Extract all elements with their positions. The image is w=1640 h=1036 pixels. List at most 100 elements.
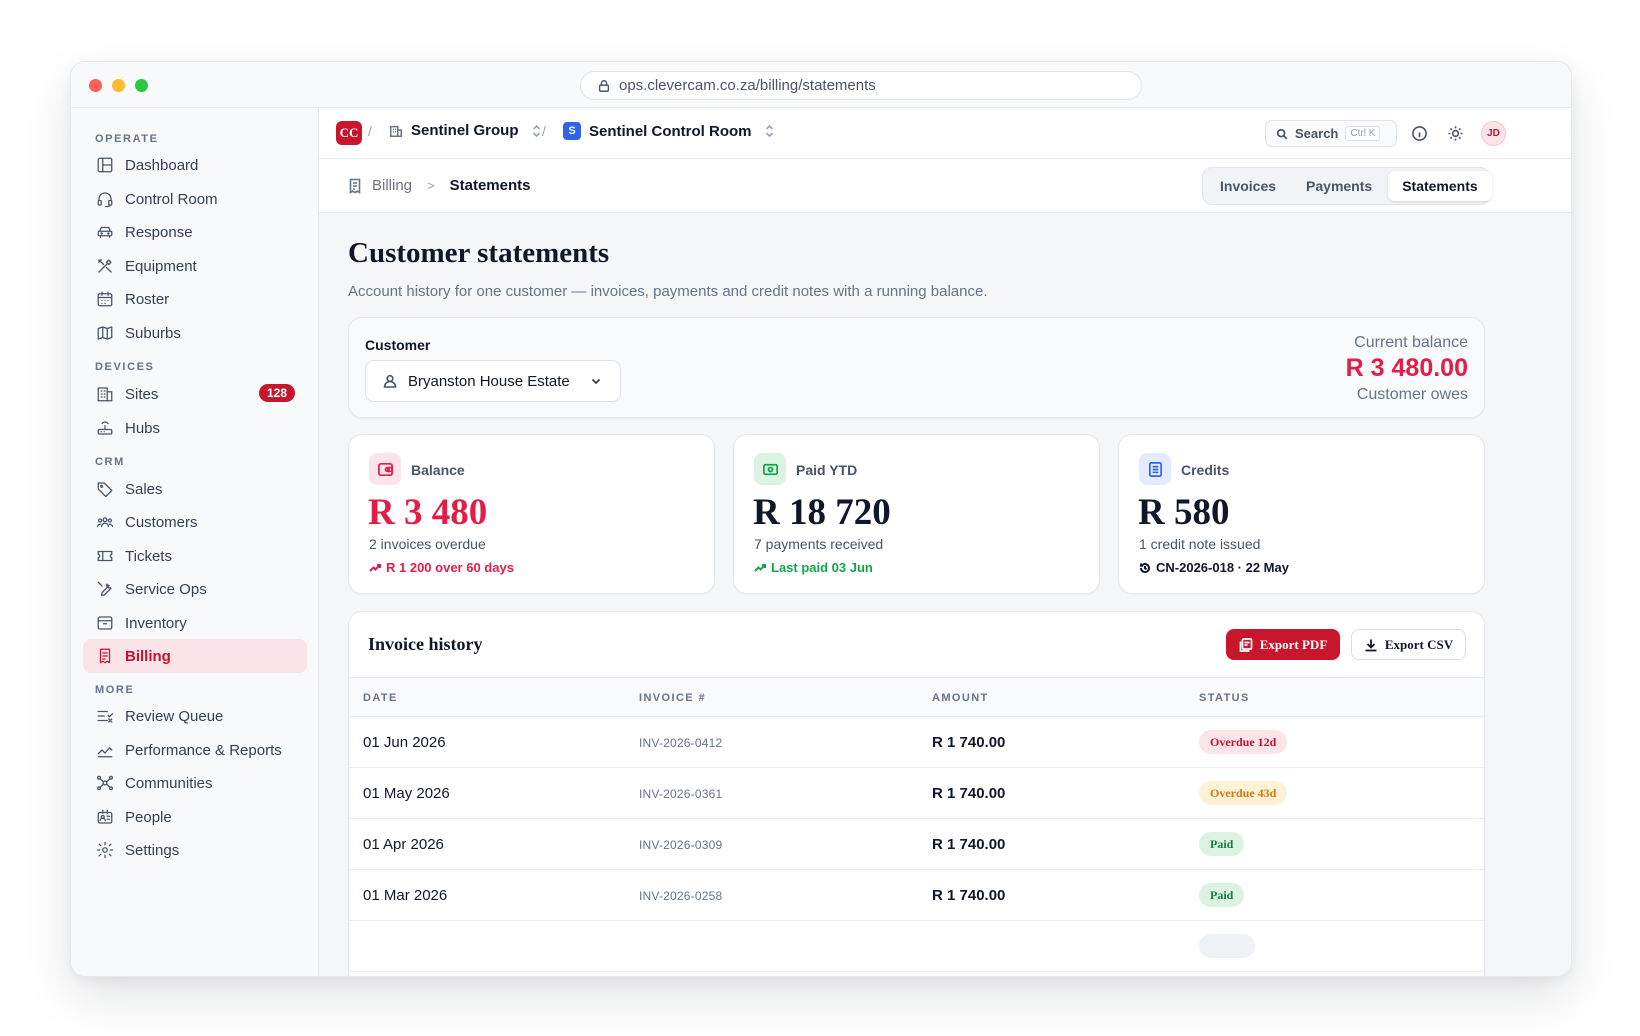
workspace-name: Sentinel Control Room xyxy=(589,122,752,140)
id-card-icon xyxy=(97,809,113,824)
breadcrumb: Billing > Statements xyxy=(347,177,530,194)
sidebar-item-roster[interactable]: Roster xyxy=(83,282,307,316)
section-label-more: MORE xyxy=(95,684,135,696)
browser-window: ops.clevercam.co.za/billing/statements O… xyxy=(71,62,1571,976)
breadcrumb-separator: / xyxy=(542,123,546,139)
stat-value: R 18 720 xyxy=(753,492,891,533)
cell-date: 01 Jun 2026 xyxy=(363,734,446,751)
sidebar-item-label: Sites xyxy=(125,385,159,403)
stat-trend-text: CN-2026-018 · 22 May xyxy=(1156,560,1289,575)
breadcrumb-separator: / xyxy=(368,123,372,139)
workspace-switcher[interactable]: S Sentinel Control Room xyxy=(563,122,775,140)
address-bar[interactable]: ops.clevercam.co.za/billing/statements xyxy=(580,71,1142,100)
sidebar-item-sites[interactable]: Sites 128 xyxy=(83,377,307,411)
invoice-table: DATE INVOICE # AMOUNT STATUS 01 Jun 2026… xyxy=(349,677,1484,972)
cell-invoice[interactable]: INV-2026-0309 xyxy=(639,838,722,852)
car-icon xyxy=(97,226,113,238)
sidebar-item-performance-reports[interactable]: Performance & Reports xyxy=(83,733,307,767)
theme-toggle-button[interactable] xyxy=(1447,125,1464,142)
column-header-amount[interactable]: AMOUNT xyxy=(932,692,989,704)
cell-amount: R 1 740.00 xyxy=(932,785,1006,802)
close-window-button[interactable] xyxy=(89,79,102,92)
sidebar-item-customers[interactable]: Customers xyxy=(83,505,307,539)
org-name: Sentinel Group xyxy=(411,122,519,139)
org-switcher[interactable]: Sentinel Group xyxy=(389,122,542,139)
users-icon xyxy=(96,517,114,528)
page-subtitle: Account history for one customer — invoi… xyxy=(348,283,988,300)
column-header-status[interactable]: STATUS xyxy=(1199,692,1250,704)
cell-invoice[interactable]: INV-2026-0258 xyxy=(639,889,722,903)
cell-date: 01 May 2026 xyxy=(363,785,450,802)
minimize-window-button[interactable] xyxy=(112,79,125,92)
browser-titlebar: ops.clevercam.co.za/billing/statements xyxy=(71,62,1571,108)
brand-logo[interactable]: CC xyxy=(336,121,362,145)
avatar[interactable]: JD xyxy=(1481,121,1506,146)
list-check-icon xyxy=(97,710,114,723)
stat-subtext: 2 invoices overdue xyxy=(369,536,486,552)
breadcrumb-billing[interactable]: Billing xyxy=(372,177,412,194)
stat-value: R 3 480 xyxy=(368,492,488,533)
stat-subtext: 1 credit note issued xyxy=(1139,536,1261,552)
sidebar-item-label: Review Queue xyxy=(125,707,224,725)
sidebar-item-label: Tickets xyxy=(125,547,172,565)
current-balance-label: Current balance xyxy=(1354,334,1468,351)
sidebar-item-label: People xyxy=(125,808,172,826)
sidebar-item-hubs[interactable]: Hubs xyxy=(83,411,307,445)
export-pdf-button[interactable]: Export PDF xyxy=(1226,629,1340,660)
sidebar-item-communities[interactable]: Communities xyxy=(83,766,307,800)
customer-label: Customer xyxy=(365,337,431,353)
sidebar-item-people[interactable]: People xyxy=(83,800,307,834)
stat-subtext: 7 payments received xyxy=(754,536,884,552)
building-icon xyxy=(390,125,402,137)
column-header-date[interactable]: DATE xyxy=(363,692,398,704)
export-csv-button[interactable]: Export CSV xyxy=(1351,629,1466,660)
sidebar-item-equipment[interactable]: Equipment xyxy=(83,249,307,283)
sidebar-item-dashboard[interactable]: Dashboard xyxy=(83,148,307,182)
pdf-icon xyxy=(1239,637,1253,652)
table-row[interactable]: 01 Mar 2026 INV-2026-0258 R 1 740.00 Pai… xyxy=(349,870,1484,921)
sidebar-item-control-room[interactable]: Control Room xyxy=(83,182,307,216)
receipt-icon xyxy=(99,648,111,664)
history-icon xyxy=(1139,562,1150,573)
status-badge: Overdue 12d xyxy=(1199,730,1288,754)
column-header-invoice[interactable]: INVOICE # xyxy=(639,692,706,704)
maximize-window-button[interactable] xyxy=(135,79,148,92)
current-balance-value: R 3 480.00 xyxy=(1345,354,1468,382)
sidebar-item-label: Roster xyxy=(125,290,170,308)
table-row[interactable]: 01 Jun 2026 INV-2026-0412 R 1 740.00 Ove… xyxy=(349,717,1484,768)
info-button[interactable] xyxy=(1411,125,1428,142)
table-header: DATE INVOICE # AMOUNT STATUS xyxy=(349,677,1484,717)
stat-trend: Last paid 03 Jun xyxy=(754,560,873,575)
cell-invoice[interactable]: INV-2026-0412 xyxy=(639,736,722,750)
cell-invoice[interactable]: INV-2026-0361 xyxy=(639,787,722,801)
archive-icon xyxy=(97,616,113,630)
sidebar-item-inventory[interactable]: Inventory xyxy=(83,606,307,640)
sidebar-item-settings[interactable]: Settings xyxy=(83,833,307,867)
tab-payments[interactable]: Payments xyxy=(1292,171,1386,201)
chevron-up-down-icon xyxy=(532,124,540,137)
sidebar-item-response[interactable]: Response xyxy=(83,215,307,249)
table-row[interactable]: 01 Apr 2026 INV-2026-0309 R 1 740.00 Pai… xyxy=(349,819,1484,870)
table-row[interactable]: 01 May 2026 INV-2026-0361 R 1 740.00 Ove… xyxy=(349,768,1484,819)
stat-trend-text: Last paid 03 Jun xyxy=(771,560,873,575)
sidebar-item-tickets[interactable]: Tickets xyxy=(83,539,307,573)
cell-amount: R 1 740.00 xyxy=(932,734,1006,751)
trend-icon xyxy=(97,747,113,758)
sidebar-item-billing[interactable]: Billing xyxy=(83,639,307,673)
table-row-partial[interactable] xyxy=(349,921,1484,972)
tab-invoices[interactable]: Invoices xyxy=(1206,171,1290,201)
status-badge: Paid xyxy=(1199,883,1245,907)
invoice-history-card: Invoice history Export PDF Export CSV DA… xyxy=(348,611,1485,976)
sidebar-item-suburbs[interactable]: Suburbs xyxy=(83,316,307,350)
sidebar-item-sales[interactable]: Sales xyxy=(83,472,307,506)
sidebar: OPERATE Dashboard Control Room Response … xyxy=(71,108,319,976)
tab-statements[interactable]: Statements xyxy=(1388,171,1492,201)
layout-icon xyxy=(97,157,113,173)
sidebar-item-label: Suburbs xyxy=(125,324,181,342)
search-button[interactable]: Search Ctrl K xyxy=(1265,120,1397,147)
banknote-icon xyxy=(754,453,786,485)
sidebar-item-service-ops[interactable]: Service Ops xyxy=(83,572,307,606)
status-badge-partial xyxy=(1199,934,1255,958)
sidebar-item-review-queue[interactable]: Review Queue xyxy=(83,699,307,733)
customer-select[interactable]: Bryanston House Estate xyxy=(365,360,621,402)
